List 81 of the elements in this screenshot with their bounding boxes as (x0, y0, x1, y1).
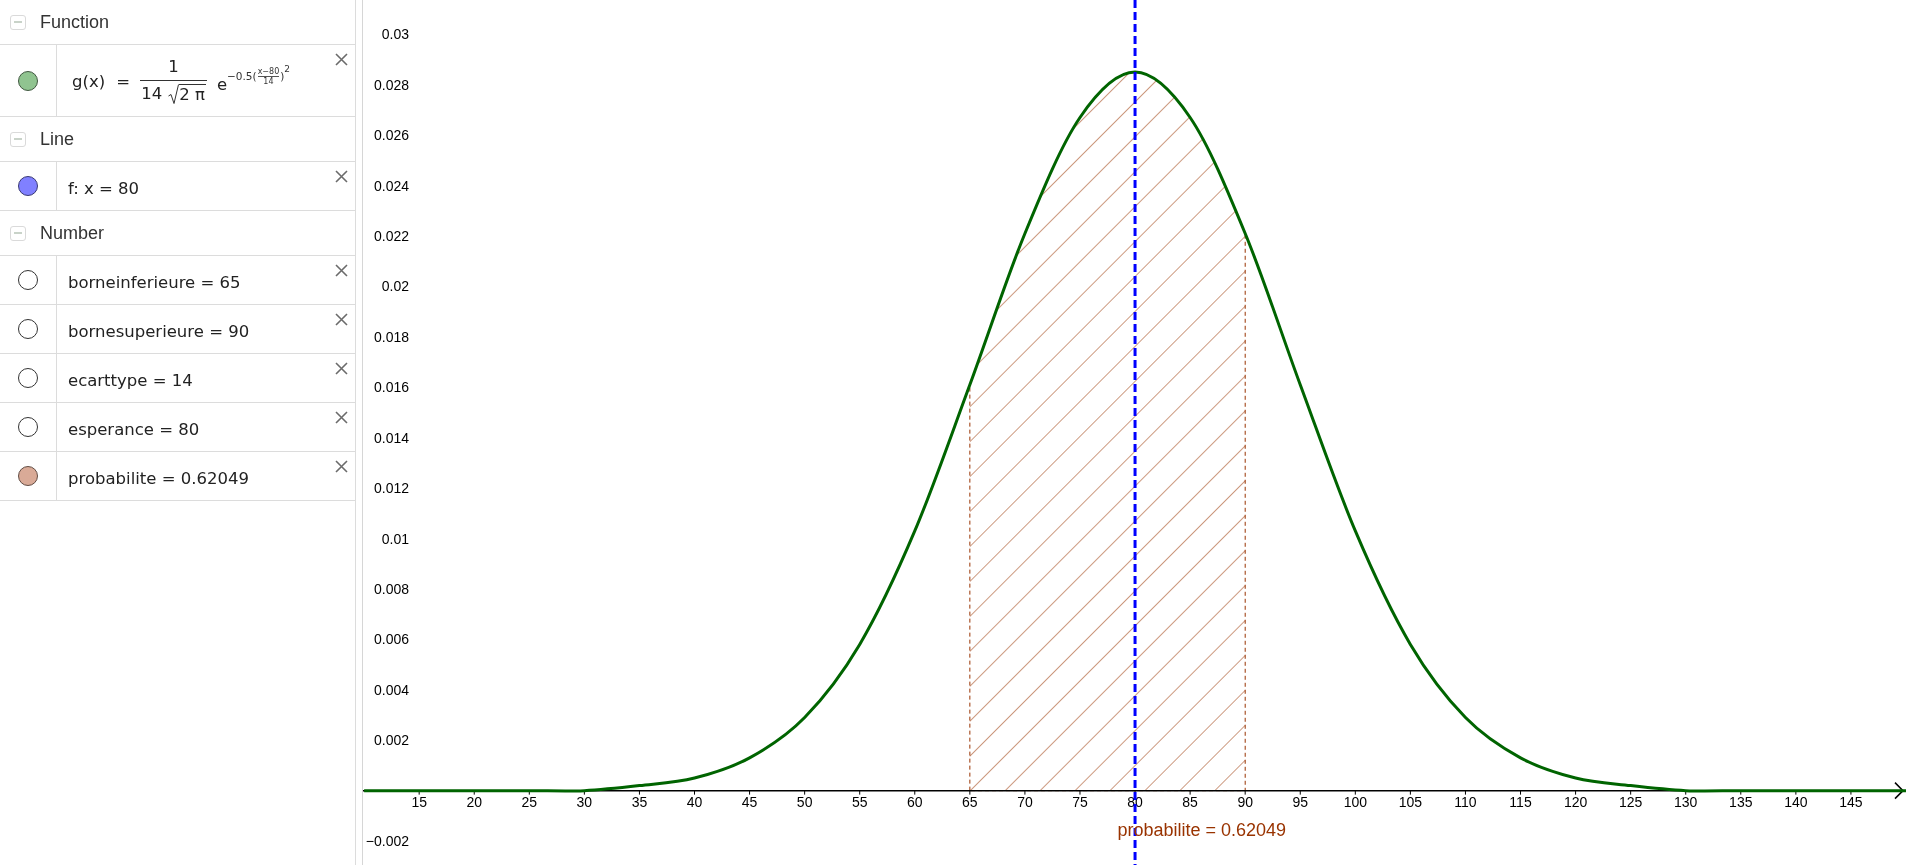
y-tick-label: 0.03 (381, 26, 409, 43)
delete-button[interactable] (335, 362, 348, 375)
x-tick-label: 45 (741, 793, 758, 810)
y-tick-label: 0.016 (373, 379, 409, 396)
y-tick-label: 0.026 (373, 127, 409, 144)
object-definition[interactable]: esperance = 80 (68, 417, 200, 443)
y-tick-label: 0.014 (373, 429, 409, 446)
delete-button[interactable] (335, 170, 348, 183)
x-tick-label: 125 (1619, 793, 1643, 810)
y-tick-label: 0.028 (373, 76, 409, 93)
delete-button[interactable] (335, 411, 348, 424)
radical-sign-icon (168, 84, 180, 104)
delete-button[interactable] (335, 264, 348, 277)
x-tick-label: 20 (466, 793, 483, 810)
group-title: Function (40, 10, 110, 34)
y-tick-label: 0.012 (373, 480, 409, 497)
y-tick-label: 0.008 (373, 580, 409, 597)
close-icon (335, 411, 348, 424)
minus-icon (14, 138, 22, 140)
x-tick-label: 60 (907, 793, 923, 810)
radicand: 2 π (179, 84, 206, 104)
y-tick-label: 0.006 (373, 631, 409, 648)
base-e: e (216, 74, 228, 95)
group-title: Number (40, 221, 105, 245)
x-tick-label: 120 (1563, 793, 1588, 810)
x-tick-label: 85 (1182, 793, 1198, 810)
minus-icon (14, 232, 22, 234)
x-tick-label: 140 (1784, 793, 1808, 810)
close-icon (335, 170, 348, 183)
close-icon (335, 460, 348, 473)
fraction-denominator: 14 (141, 84, 163, 104)
close-icon (335, 362, 348, 375)
delete-button[interactable] (335, 313, 348, 326)
object-definition[interactable]: ecarttype = 14 (68, 368, 193, 394)
x-tick-label: 95 (1292, 793, 1309, 810)
x-tick-label: 30 (576, 793, 593, 810)
area-label: probabilite = 0.62049 (1117, 819, 1287, 840)
function-name: g(x) = (72, 71, 131, 94)
x-tick-label: 65 (962, 793, 978, 810)
close-icon (335, 313, 348, 326)
delete-button[interactable] (335, 460, 348, 473)
x-tick-label: 100 (1343, 793, 1367, 810)
y-tick-label: 0.01 (381, 530, 409, 547)
object-definition[interactable]: borneinferieure = 65 (68, 270, 241, 296)
x-tick-label: 90 (1237, 793, 1253, 810)
x-tick-label: 25 (521, 793, 538, 810)
x-tick-label: 40 (686, 793, 703, 810)
close-icon (335, 53, 348, 66)
exponent-coefficient: −0.5( (227, 70, 257, 82)
exponent-power: 2 (284, 63, 291, 74)
y-tick-label: 0.022 (373, 228, 409, 244)
x-tick-label: 50 (796, 793, 813, 810)
x-tick-label: 15 (411, 793, 427, 810)
group-title: Line (40, 127, 75, 151)
exponent-numerator: x−80 (257, 66, 280, 76)
delete-button[interactable] (335, 53, 348, 66)
y-tick-label: −0.002 (365, 833, 409, 850)
x-tick-label: 145 (1839, 793, 1863, 810)
x-tick-label: 135 (1729, 793, 1753, 810)
fraction-numerator: 1 (168, 57, 179, 77)
y-tick-label: 0.024 (373, 177, 409, 194)
x-tick-label: 130 (1674, 793, 1698, 810)
x-tick-label: 70 (1017, 793, 1033, 810)
closing-parenthesis: ) (280, 70, 285, 82)
x-tick-label: 75 (1072, 793, 1088, 810)
x-tick-label: 110 (1454, 793, 1477, 810)
x-tick-label: 115 (1509, 793, 1532, 810)
x-tick-label: 80 (1127, 793, 1143, 810)
close-icon (335, 264, 348, 277)
y-tick-label: 0.018 (373, 328, 409, 345)
y-tick-label: 0.004 (373, 681, 409, 698)
object-definition[interactable]: probabilite = 0.62049 (68, 466, 249, 492)
x-tick-label: 105 (1398, 793, 1423, 810)
y-tick-label: 0.02 (381, 278, 409, 295)
y-tick-label: 0.002 (373, 732, 409, 749)
exponent-denominator: 14 (263, 76, 274, 86)
object-definition[interactable]: bornesuperieure = 90 (68, 319, 250, 345)
minus-icon (14, 21, 22, 23)
x-tick-label: 35 (631, 793, 648, 810)
object-definition[interactable]: f: x = 80 (68, 176, 140, 202)
x-tick-label: 55 (851, 793, 868, 810)
